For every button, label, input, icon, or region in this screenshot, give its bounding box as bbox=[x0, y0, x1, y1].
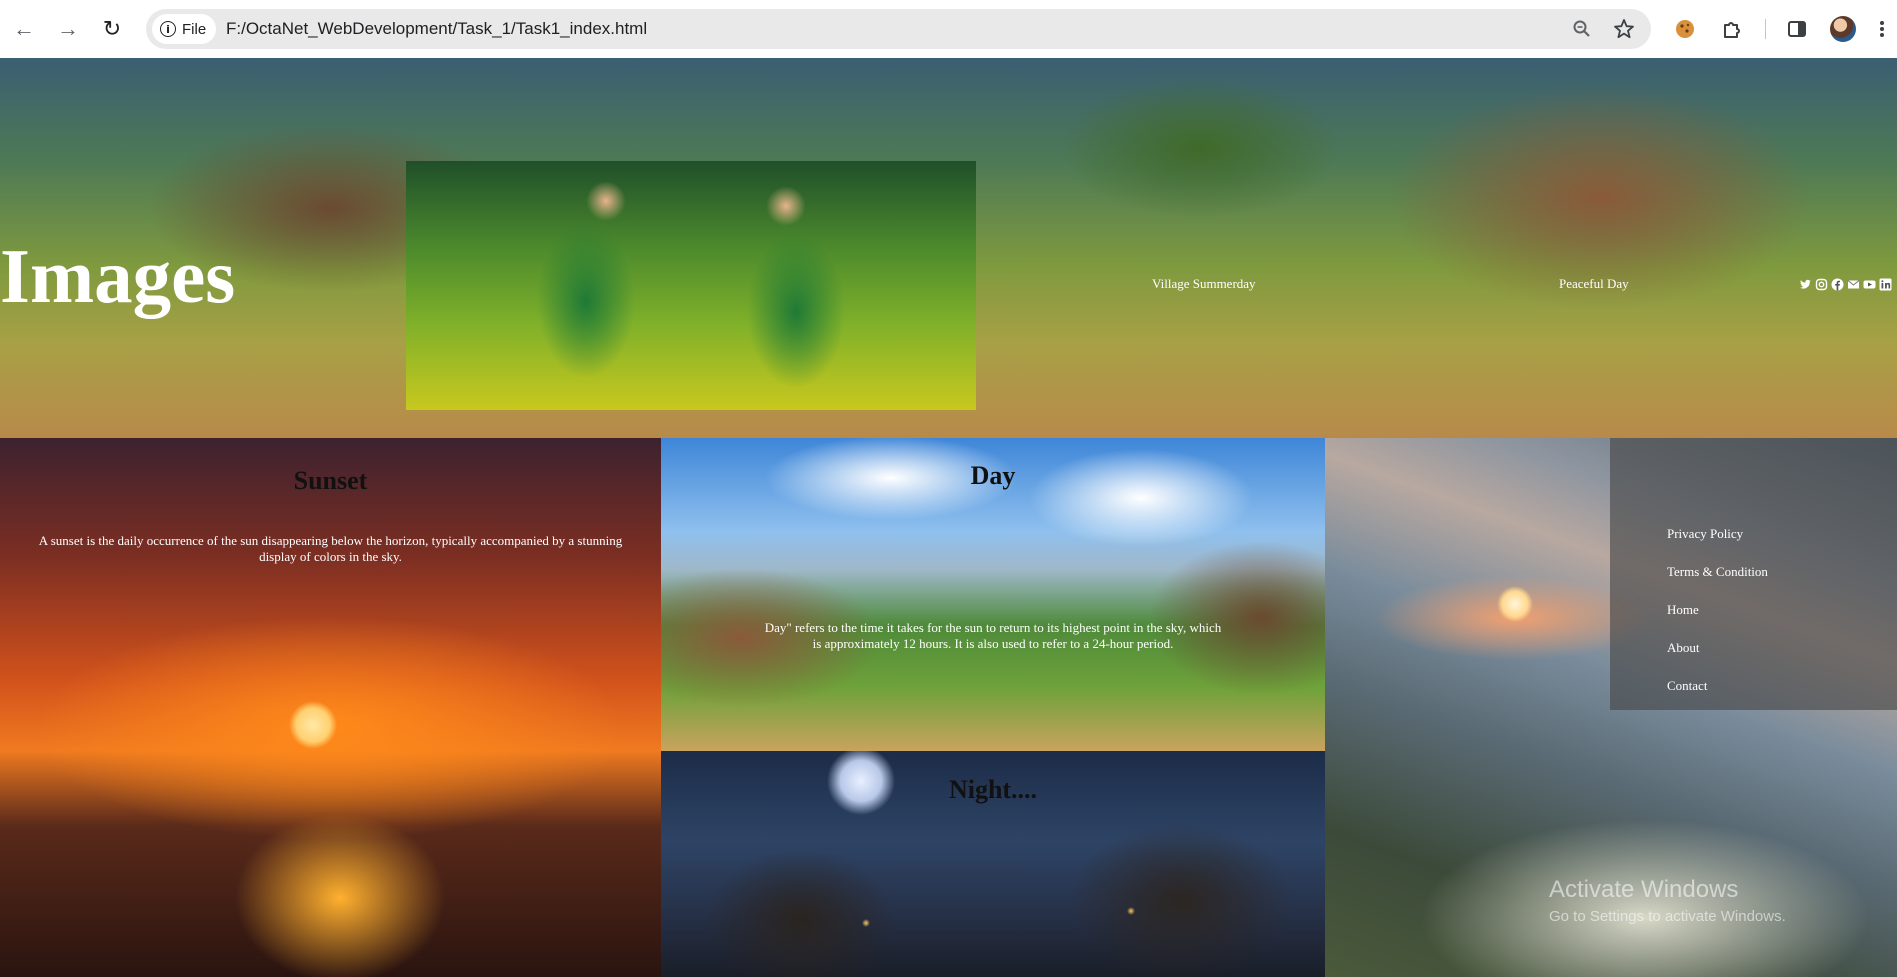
zoom-icon[interactable] bbox=[1568, 15, 1596, 43]
watermark-subtitle: Go to Settings to activate Windows. bbox=[1549, 908, 1786, 925]
address-bar[interactable]: i File F:/OctaNet_WebDevelopment/Task_1/… bbox=[146, 9, 1651, 49]
site-info-chip[interactable]: i File bbox=[152, 14, 217, 44]
day-card: Day Day" refers to the time it takes for… bbox=[661, 438, 1325, 751]
night-card: Night.... bbox=[661, 751, 1325, 977]
mail-icon[interactable] bbox=[1847, 278, 1860, 291]
menu-dots-icon[interactable] bbox=[1872, 14, 1892, 44]
hero-banner: Images Village Summerday Peaceful Day bbox=[0, 58, 1897, 438]
profile-avatar[interactable] bbox=[1830, 16, 1856, 42]
menu-link-terms-condition[interactable]: Terms & Condition bbox=[1667, 564, 1768, 580]
day-description: Day" refers to the time it takes for the… bbox=[764, 620, 1222, 651]
night-title: Night.... bbox=[948, 775, 1038, 804]
cookie-extension-icon[interactable] bbox=[1670, 14, 1700, 44]
children-running-photo bbox=[406, 161, 976, 410]
browser-toolbar: ← → ↻ i File F:/OctaNet_WebDevelopment/T… bbox=[0, 0, 1897, 59]
social-icons bbox=[1799, 278, 1892, 291]
twitter-icon[interactable] bbox=[1799, 278, 1812, 291]
sunset-title: Sunset bbox=[293, 466, 368, 495]
forward-icon[interactable]: → bbox=[52, 13, 84, 45]
menu-link-home[interactable]: Home bbox=[1667, 602, 1699, 618]
sunset-description: A sunset is the daily occurrence of the … bbox=[38, 533, 623, 564]
caption-peaceful-day: Peaceful Day bbox=[1559, 276, 1629, 291]
sunset-card: Sunset A sunset is the daily occurrence … bbox=[0, 438, 661, 977]
scheme-label: File bbox=[182, 20, 207, 38]
reload-icon[interactable]: ↻ bbox=[96, 13, 128, 45]
instagram-icon[interactable] bbox=[1815, 278, 1828, 291]
toolbar-divider bbox=[1765, 19, 1766, 39]
day-title: Day bbox=[970, 461, 1016, 490]
watermark-title: Activate Windows bbox=[1549, 876, 1739, 903]
facebook-icon[interactable] bbox=[1831, 278, 1844, 291]
url-text[interactable]: F:/OctaNet_WebDevelopment/Task_1/Task1_i… bbox=[226, 9, 647, 49]
extensions-puzzle-icon[interactable] bbox=[1717, 14, 1747, 44]
hero-title: Images bbox=[0, 233, 236, 319]
side-panel-icon[interactable] bbox=[1782, 14, 1812, 44]
bookmark-star-icon[interactable] bbox=[1610, 15, 1638, 43]
menu-link-about[interactable]: About bbox=[1667, 640, 1700, 656]
footer-menu: Privacy Policy Terms & Condition Home Ab… bbox=[1610, 438, 1897, 710]
caption-village-summerday: Village Summerday bbox=[1152, 276, 1256, 291]
menu-link-contact[interactable]: Contact bbox=[1667, 678, 1707, 694]
menu-link-privacy-policy[interactable]: Privacy Policy bbox=[1667, 526, 1743, 542]
info-icon: i bbox=[160, 21, 176, 37]
youtube-icon[interactable] bbox=[1863, 278, 1876, 291]
windows-activation-watermark: Activate Windows Go to Settings to activ… bbox=[1549, 876, 1786, 925]
linkedin-icon[interactable] bbox=[1879, 278, 1892, 291]
back-icon[interactable]: ← bbox=[8, 13, 40, 45]
